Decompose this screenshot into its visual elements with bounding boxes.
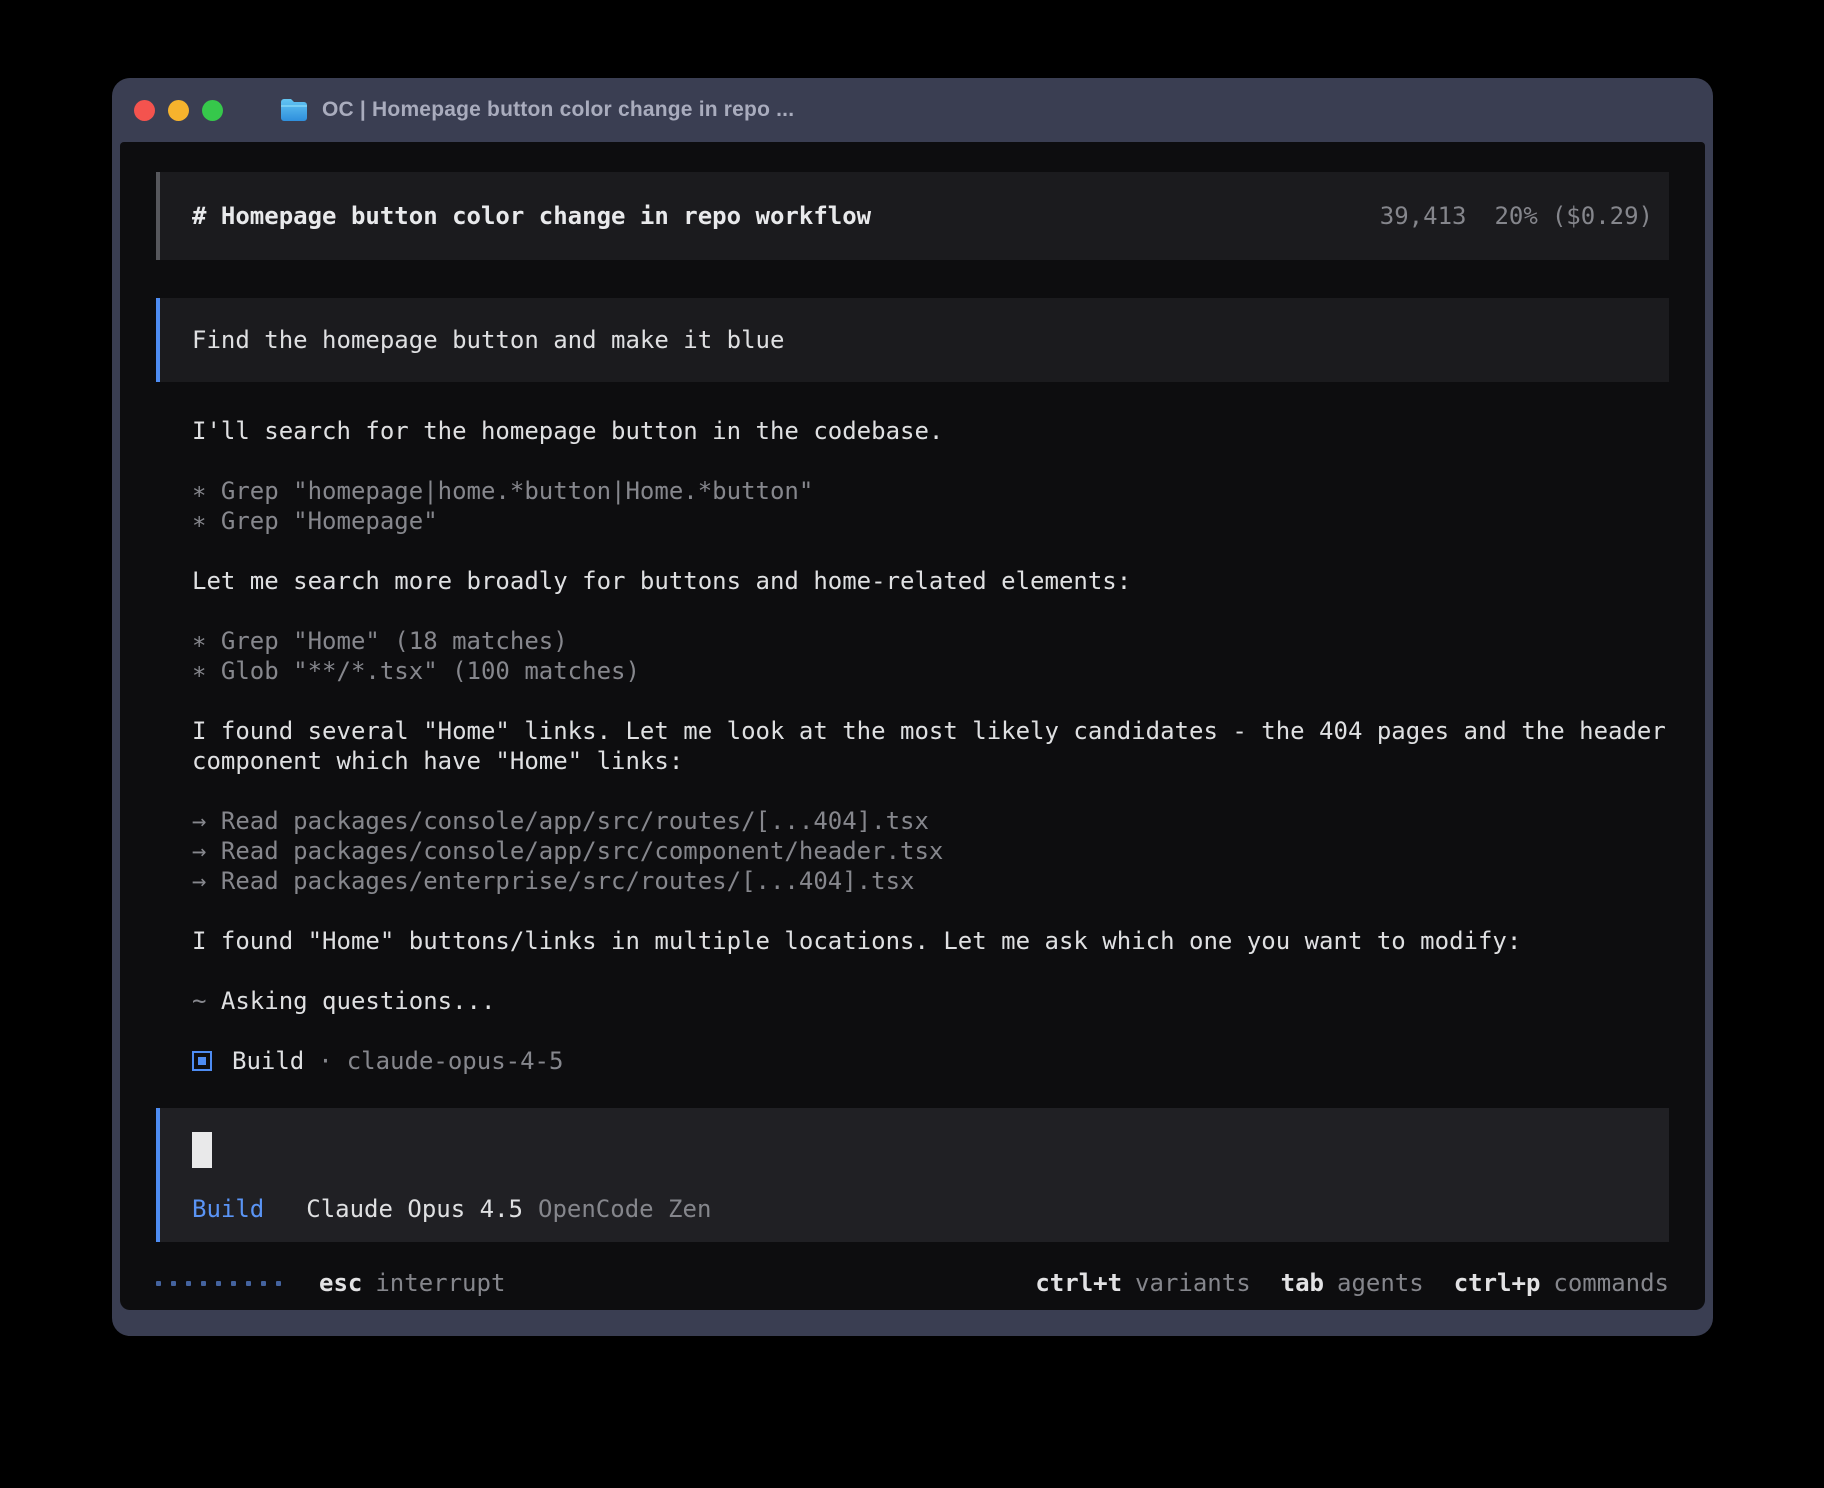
input-model-label: Claude Opus 4.5: [306, 1194, 523, 1224]
tool-call-group: ∗ Grep "homepage|home.*button|Home.*butt…: [156, 476, 1669, 536]
agent-mode-label: Build: [192, 1194, 264, 1224]
title-group: OC | Homepage button color change in rep…: [279, 97, 794, 123]
key-esc: esc: [319, 1269, 362, 1297]
hint-variants: ctrl+tvariants: [1035, 1268, 1250, 1298]
spinner-dot: [171, 1281, 176, 1286]
spinner-dot: [216, 1281, 221, 1286]
hint-agents: tabagents: [1281, 1268, 1424, 1298]
key-ctrl-p: ctrl+p: [1454, 1269, 1541, 1297]
status-prefix: ~: [192, 987, 206, 1015]
tool-call-group: ∗ Grep "Home" (18 matches) ∗ Glob "**/*.…: [156, 626, 1669, 686]
key-tab: tab: [1281, 1269, 1324, 1297]
traffic-lights: [134, 100, 223, 121]
spinner-dot: [231, 1281, 236, 1286]
tool-call-line: → Read packages/console/app/src/componen…: [192, 836, 1669, 866]
hint-interrupt: escinterrupt: [319, 1268, 505, 1298]
assistant-text: I found several "Home" links. Let me loo…: [156, 716, 1669, 776]
spinner-dot: [186, 1281, 191, 1286]
titlebar: OC | Homepage button color change in rep…: [120, 78, 1705, 142]
assistant-text: I found "Home" buttons/links in multiple…: [156, 926, 1669, 956]
zoom-button[interactable]: [202, 100, 223, 121]
agent-status-line: Build · claude-opus-4-5: [156, 1046, 1669, 1076]
model-name: claude-opus-4-5: [347, 1046, 564, 1076]
tool-call-line: ∗ Grep "Homepage": [192, 506, 1669, 536]
user-message-text: Find the homepage button and make it blu…: [192, 325, 784, 355]
tool-call-line: → Read packages/console/app/src/routes/[…: [192, 806, 1669, 836]
session-cost: ($0.29): [1552, 202, 1653, 230]
terminal-content: # Homepage button color change in repo w…: [120, 142, 1705, 1310]
assistant-text: Let me search more broadly for buttons a…: [156, 566, 1669, 596]
tool-call-group: → Read packages/console/app/src/routes/[…: [156, 806, 1669, 896]
spinner-dots: [156, 1281, 281, 1286]
terminal-window: OC | Homepage button color change in rep…: [112, 78, 1713, 1336]
spinner-dot: [156, 1281, 161, 1286]
session-header: # Homepage button color change in repo w…: [156, 172, 1669, 260]
input-provider-label: OpenCode Zen: [538, 1194, 711, 1224]
tool-call-line: ∗ Glob "**/*.tsx" (100 matches): [192, 656, 1669, 686]
tool-call-line: → Read packages/enterprise/src/routes/[.…: [192, 866, 1669, 896]
hint-commands: ctrl+pcommands: [1454, 1268, 1669, 1298]
session-title: # Homepage button color change in repo w…: [192, 201, 871, 231]
status-right: ctrl+tvariants tabagents ctrl+pcommands: [1035, 1268, 1669, 1298]
tool-call-line: ∗ Grep "homepage|home.*button|Home.*butt…: [192, 476, 1669, 506]
spinner-dot: [276, 1281, 281, 1286]
status-left: escinterrupt: [156, 1268, 505, 1298]
folder-icon: [279, 97, 309, 123]
minimize-button[interactable]: [168, 100, 189, 121]
status-text: Asking questions...: [221, 987, 496, 1015]
tool-call-line: ∗ Grep "Home" (18 matches): [192, 626, 1669, 656]
input-meta: Build Claude Opus 4.5 OpenCode Zen: [192, 1194, 1637, 1224]
context-percent: 20%: [1494, 202, 1537, 230]
spinner-dot: [201, 1281, 206, 1286]
asking-questions-status: ~ Asking questions...: [156, 986, 1669, 1016]
user-message: Find the homepage button and make it blu…: [156, 298, 1669, 382]
agent-name: Build: [232, 1046, 304, 1076]
agent-badge-icon: [192, 1051, 212, 1071]
close-button[interactable]: [134, 100, 155, 121]
separator-dot: ·: [318, 1046, 332, 1076]
key-ctrl-t: ctrl+t: [1035, 1269, 1122, 1297]
spinner-dot: [246, 1281, 251, 1286]
prompt-input[interactable]: Build Claude Opus 4.5 OpenCode Zen: [156, 1108, 1669, 1242]
window-title: OC | Homepage button color change in rep…: [322, 98, 794, 122]
spinner-dot: [261, 1281, 266, 1286]
assistant-text: I'll search for the homepage button in t…: [156, 416, 1669, 446]
session-stats: 39,413 20% ($0.29): [1380, 201, 1653, 231]
status-bar: escinterrupt ctrl+tvariants tabagents ct…: [156, 1268, 1669, 1298]
token-count: 39,413: [1380, 202, 1467, 230]
text-cursor: [192, 1132, 212, 1168]
